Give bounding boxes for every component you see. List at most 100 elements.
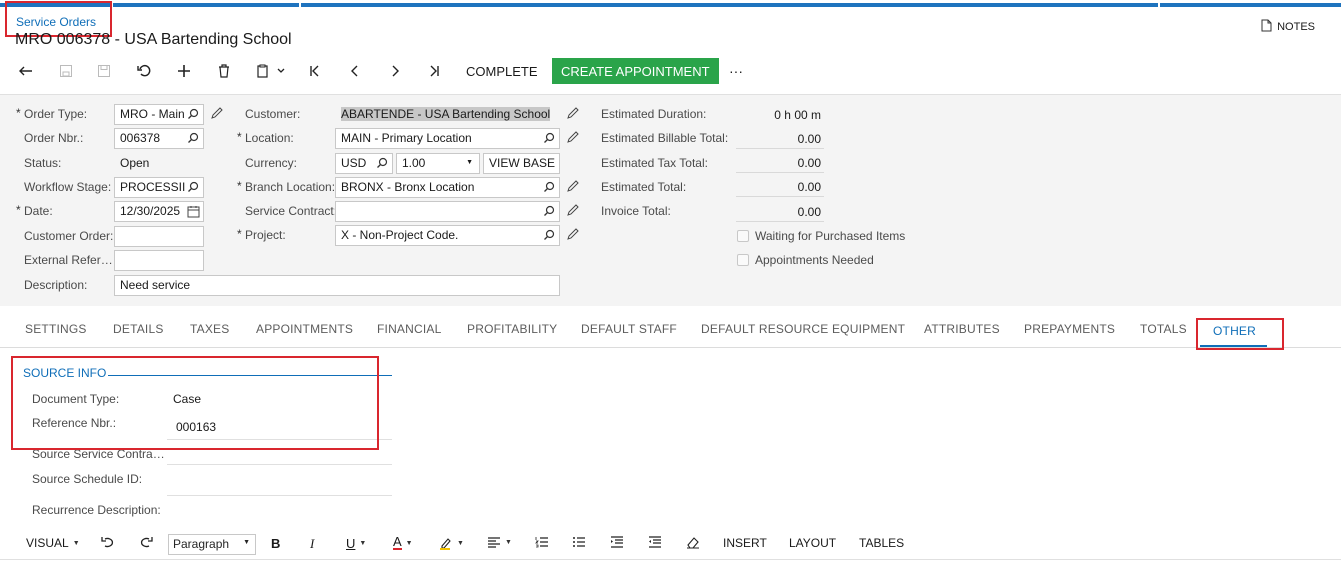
divider <box>167 439 392 440</box>
numbered-list-button[interactable] <box>535 536 549 548</box>
paragraph-value: Paragraph <box>173 537 230 551</box>
search-icon <box>544 229 555 240</box>
service-contract-field[interactable] <box>335 201 560 222</box>
active-tab-indicator <box>1200 345 1267 347</box>
workflow-stage-value: PROCESSII <box>120 180 186 194</box>
source-schedule-label: Source Schedule ID: <box>32 472 143 486</box>
previous-record-button[interactable] <box>345 58 365 84</box>
project-label: Project: <box>237 227 286 242</box>
edit-customer-icon[interactable] <box>567 107 579 119</box>
chevron-down-icon: ▼ <box>359 540 367 547</box>
tab-attributes[interactable]: ATTRIBUTES <box>924 322 1000 336</box>
align-button[interactable]: ▼ <box>487 536 512 548</box>
breadcrumb[interactable]: Service Orders <box>16 15 96 29</box>
workflow-stage-field[interactable]: PROCESSII <box>114 177 204 198</box>
create-appointment-button[interactable]: CREATE APPOINTMENT <box>552 58 719 84</box>
edit-location-icon[interactable] <box>567 131 579 143</box>
invoice-total-label: Invoice Total: <box>601 204 671 218</box>
date-value: 12/30/2025 <box>120 204 181 218</box>
save-close-button[interactable] <box>56 58 76 84</box>
dropdown-arrow-icon: ▼ <box>466 159 473 166</box>
chevron-down-icon: ▼ <box>243 539 250 546</box>
bold-button[interactable]: B <box>271 536 280 551</box>
view-base-button[interactable]: VIEW BASE <box>483 153 560 174</box>
description-field[interactable]: Need service <box>114 275 560 296</box>
editor-redo-button[interactable] <box>139 536 153 548</box>
currency-field[interactable]: USD <box>335 153 393 174</box>
copy-paste-button[interactable] <box>252 58 290 84</box>
location-field[interactable]: MAIN - Primary Location <box>335 128 560 149</box>
back-button[interactable] <box>16 58 36 84</box>
project-field[interactable]: X - Non-Project Code. <box>335 225 560 246</box>
clear-formatting-button[interactable] <box>686 536 700 549</box>
insert-menu[interactable]: INSERT <box>723 536 767 550</box>
next-record-button[interactable] <box>385 58 405 84</box>
underline-icon: U <box>346 536 356 551</box>
tab-default-resource-equipment[interactable]: DEFAULT RESOURCE EQUIPMENT <box>701 322 905 336</box>
est-total-value: 0.00 <box>797 180 821 194</box>
paragraph-format-select[interactable]: Paragraph ▼ <box>168 534 256 555</box>
branch-location-field[interactable]: BRONX - Bronx Location <box>335 177 560 198</box>
undo-button[interactable] <box>134 58 154 84</box>
external-ref-field[interactable] <box>114 250 204 271</box>
add-button[interactable] <box>174 58 194 84</box>
tab-prepayments[interactable]: PREPAYMENTS <box>1024 322 1115 336</box>
visual-mode-button[interactable]: VISUAL ▼ <box>26 536 80 550</box>
page-title: MRO 006378 - USA Bartending School <box>15 31 292 48</box>
edit-service-contract-icon[interactable] <box>567 204 579 216</box>
currency-rate-select[interactable]: 1.00 ▼ <box>396 153 480 174</box>
tab-financial[interactable]: FINANCIAL <box>377 322 441 336</box>
undo-icon <box>137 64 151 77</box>
edit-branch-location-icon[interactable] <box>567 180 579 192</box>
tab-default-staff[interactable]: DEFAULT STAFF <box>581 322 677 336</box>
customer-label: Customer: <box>245 107 301 121</box>
back-arrow-icon <box>19 66 32 76</box>
tables-menu[interactable]: TABLES <box>859 536 904 550</box>
more-actions-button[interactable]: ··· <box>726 58 746 84</box>
save-button[interactable] <box>94 58 114 84</box>
highlight-color-button[interactable]: ▼ <box>439 536 464 550</box>
external-ref-label: External Refer… <box>24 253 113 267</box>
notes-button[interactable]: NOTES <box>1261 19 1315 35</box>
underline-button[interactable]: U ▼ <box>346 536 366 551</box>
appointments-needed-checkbox[interactable] <box>737 254 749 266</box>
order-nbr-label: Order Nbr.: <box>24 131 84 145</box>
order-type-field[interactable]: MRO - Main <box>114 104 204 125</box>
tab-details[interactable]: DETAILS <box>113 322 164 336</box>
order-nbr-field[interactable]: 006378 <box>114 128 204 149</box>
indent-icon <box>611 536 623 548</box>
layout-menu[interactable]: LAYOUT <box>789 536 836 550</box>
last-record-button[interactable] <box>424 58 444 84</box>
tab-appointments[interactable]: APPOINTMENTS <box>256 322 353 336</box>
edit-order-type-icon[interactable] <box>211 107 223 119</box>
chevron-left-icon <box>351 65 358 77</box>
indent-button[interactable] <box>610 536 624 548</box>
delete-button[interactable] <box>214 58 234 84</box>
editor-undo-button[interactable] <box>101 536 115 548</box>
customer-order-field[interactable] <box>114 226 204 247</box>
font-color-button[interactable]: A ▼ <box>393 535 413 550</box>
tab-profitability[interactable]: PROFITABILITY <box>467 322 557 336</box>
tab-totals[interactable]: TOTALS <box>1140 322 1187 336</box>
customer-field[interactable]: ABARTENDE - USA Bartending School <box>335 104 560 125</box>
complete-button[interactable]: COMPLETE <box>466 58 538 84</box>
italic-button[interactable]: I <box>310 536 314 552</box>
tab-settings[interactable]: SETTINGS <box>25 322 87 336</box>
reference-nbr-link[interactable]: 000163 <box>176 420 216 434</box>
source-info-title: SOURCE INFO <box>23 366 107 380</box>
search-icon <box>544 132 555 143</box>
source-info-underline <box>108 375 392 376</box>
tab-taxes[interactable]: TAXES <box>190 322 229 336</box>
date-field[interactable]: 12/30/2025 <box>114 201 204 222</box>
highlighter-icon <box>440 538 451 550</box>
waiting-purchased-items-checkbox[interactable] <box>737 230 749 242</box>
description-label: Description: <box>24 278 88 292</box>
outdent-button[interactable] <box>648 536 662 548</box>
edit-project-icon[interactable] <box>567 228 579 240</box>
tab-other[interactable]: OTHER <box>1213 324 1256 338</box>
divider <box>736 172 824 173</box>
bullet-list-button[interactable] <box>572 536 586 548</box>
note-icon <box>1261 19 1272 35</box>
first-record-button[interactable] <box>305 58 325 84</box>
chevron-down-icon: ▼ <box>457 539 464 547</box>
